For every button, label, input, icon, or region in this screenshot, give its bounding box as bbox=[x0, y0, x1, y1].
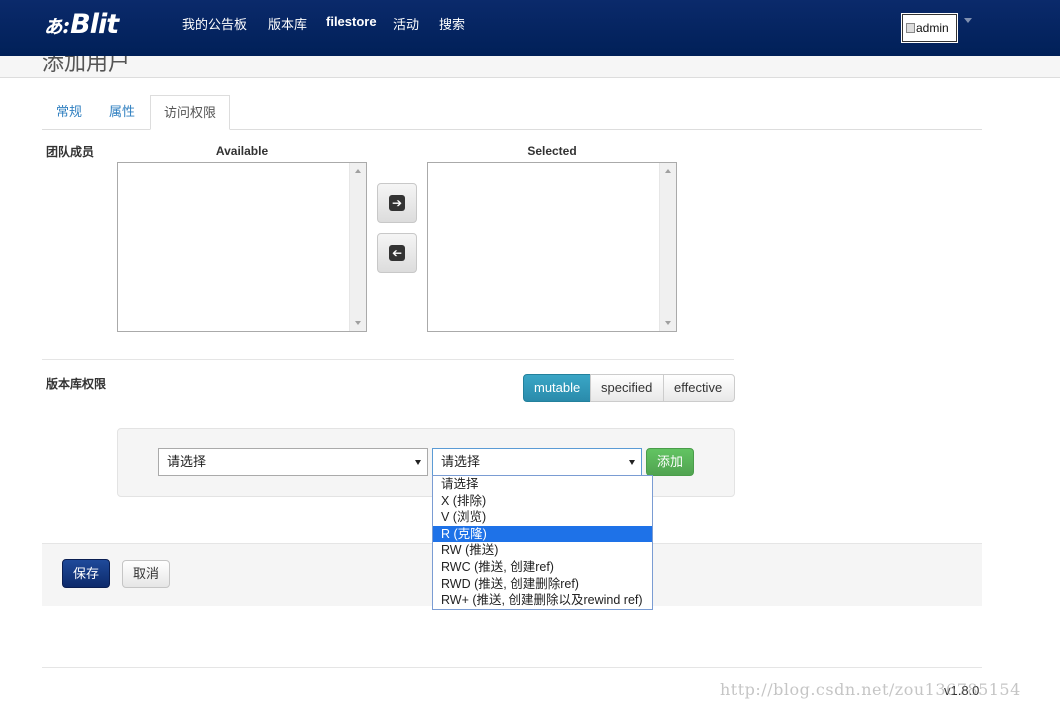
selected-list-scrollbar[interactable] bbox=[659, 163, 676, 331]
tab-access-permissions[interactable]: 访问权限 bbox=[150, 95, 231, 130]
repository-select-value: 请选择 bbox=[167, 454, 207, 469]
save-button[interactable]: 保存 bbox=[62, 559, 110, 588]
permission-select-value: 请选择 bbox=[441, 454, 481, 469]
mode-mutable-button[interactable]: mutable bbox=[523, 374, 591, 402]
avatar-alt-text: admin bbox=[916, 21, 949, 35]
section-divider bbox=[42, 359, 734, 360]
mode-specified-button[interactable]: specified bbox=[590, 374, 664, 402]
available-header: Available bbox=[215, 144, 269, 158]
scroll-up-icon[interactable] bbox=[665, 169, 671, 173]
nav-item-dashboard[interactable]: 我的公告板 bbox=[182, 14, 247, 33]
nav-item-search[interactable]: 搜索 bbox=[439, 14, 465, 33]
broken-image-icon bbox=[906, 23, 915, 33]
mode-effective-button[interactable]: effective bbox=[663, 374, 735, 402]
scroll-down-icon[interactable] bbox=[665, 321, 671, 325]
footer-divider bbox=[42, 667, 982, 668]
selected-header: Selected bbox=[527, 144, 577, 158]
nav-item-filestore[interactable]: filestore bbox=[326, 14, 377, 29]
arrow-right-icon: ➔ bbox=[389, 195, 405, 211]
brand-mark: ぁ: bbox=[42, 13, 70, 39]
add-permission-button[interactable]: 添加 bbox=[646, 448, 694, 476]
watermark: http://blog.csdn.net/zou136785154 bbox=[720, 680, 1021, 699]
move-left-button[interactable]: ➔ bbox=[377, 233, 417, 273]
page-title: 添加用户 bbox=[42, 56, 131, 75]
team-members-label: 团队成员 bbox=[46, 145, 95, 159]
available-list[interactable] bbox=[117, 162, 367, 332]
selected-list[interactable] bbox=[427, 162, 677, 332]
available-list-scrollbar[interactable] bbox=[349, 163, 366, 331]
repo-permissions-label: 版本库权限 bbox=[46, 377, 107, 391]
tab-attributes[interactable]: 属性 bbox=[96, 95, 148, 130]
scroll-up-icon[interactable] bbox=[355, 169, 361, 173]
brand-logo[interactable]: ぁ: Blit bbox=[42, 6, 119, 42]
avatar-image: admin bbox=[902, 14, 957, 42]
scroll-down-icon[interactable] bbox=[355, 321, 361, 325]
cancel-button[interactable]: 取消 bbox=[122, 560, 170, 588]
user-avatar[interactable]: admin bbox=[901, 13, 958, 43]
brand-text: Blit bbox=[70, 8, 119, 40]
repository-select[interactable]: 请选择 bbox=[158, 448, 428, 476]
permission-option[interactable]: RW (推送) bbox=[433, 542, 652, 559]
permission-option[interactable]: RWD (推送, 创建删除ref) bbox=[433, 576, 652, 593]
nav-item-repositories[interactable]: 版本库 bbox=[268, 14, 307, 33]
permission-option[interactable]: V (浏览) bbox=[433, 509, 652, 526]
nav-item-activity[interactable]: 活动 bbox=[393, 14, 419, 33]
permission-option[interactable]: RWC (推送, 创建ref) bbox=[433, 559, 652, 576]
move-right-button[interactable]: ➔ bbox=[377, 183, 417, 223]
permission-option[interactable]: 请选择 bbox=[433, 476, 652, 493]
user-menu-caret-icon[interactable] bbox=[964, 18, 972, 23]
permission-option[interactable]: X (排除) bbox=[433, 493, 652, 510]
permission-option-highlighted[interactable]: R (克隆) bbox=[433, 525, 652, 543]
chevron-down-icon bbox=[629, 460, 635, 465]
permission-select[interactable]: 请选择 bbox=[432, 448, 642, 476]
arrow-left-icon: ➔ bbox=[389, 245, 405, 261]
page-header-strip: 添加用户 bbox=[0, 56, 1060, 78]
chevron-down-icon bbox=[415, 460, 421, 465]
permission-dropdown-list[interactable]: 请选择 X (排除) V (浏览) R (克隆) RW (推送) RWC (推送… bbox=[432, 475, 653, 610]
permission-option[interactable]: RW+ (推送, 创建删除以及rewind ref) bbox=[433, 592, 652, 609]
tab-general[interactable]: 常规 bbox=[43, 95, 95, 130]
